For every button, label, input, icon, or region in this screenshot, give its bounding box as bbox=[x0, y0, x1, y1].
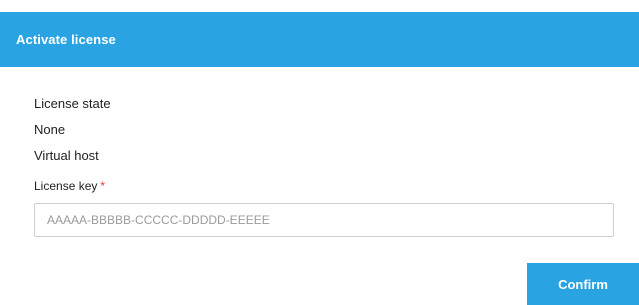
activate-license-dialog: Activate license License state None Virt… bbox=[0, 0, 639, 305]
license-state-label: License state bbox=[34, 96, 111, 111]
confirm-button[interactable]: Confirm bbox=[527, 263, 639, 305]
license-key-label-text: License key bbox=[34, 179, 98, 193]
host-type-label: Virtual host bbox=[34, 148, 99, 163]
dialog-top-strip bbox=[0, 0, 639, 12]
license-key-input[interactable] bbox=[34, 203, 614, 237]
license-state-value: None bbox=[34, 122, 66, 137]
license-key-label: License key * bbox=[34, 179, 105, 193]
required-marker: * bbox=[100, 179, 106, 193]
dialog-header: Activate license bbox=[0, 12, 639, 67]
dialog-title: Activate license bbox=[16, 32, 116, 47]
